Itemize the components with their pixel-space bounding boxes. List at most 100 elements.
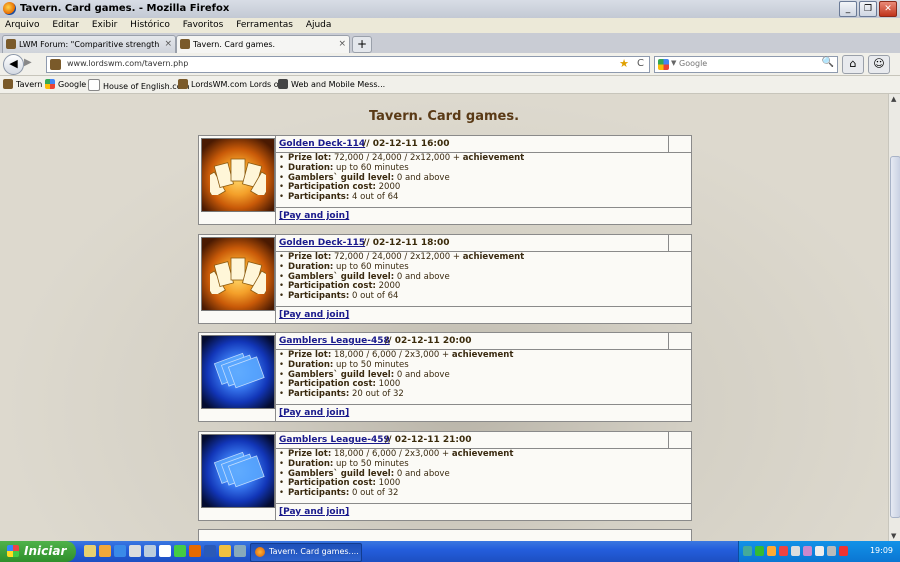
lordswm-favicon-icon — [178, 79, 188, 89]
tournament-card-partial — [198, 529, 692, 541]
network-icon[interactable] — [743, 546, 752, 556]
close-button[interactable]: ✕ — [879, 1, 897, 17]
media-icon[interactable] — [129, 545, 141, 557]
site-identity-icon[interactable] — [50, 59, 61, 70]
pay-and-join-link[interactable]: [Pay and join] — [279, 507, 349, 517]
vertical-scrollbar[interactable]: ▲ ▼ — [888, 94, 900, 541]
menu-editar[interactable]: Editar — [47, 18, 84, 30]
page-icon — [88, 79, 100, 91]
window-icon[interactable] — [144, 545, 156, 557]
blue-cards-icon — [201, 335, 275, 409]
device-icon[interactable] — [791, 546, 800, 556]
explorer-icon[interactable] — [219, 545, 231, 557]
card-fan-icon — [210, 257, 266, 294]
messenger-icon[interactable] — [755, 546, 764, 556]
tournament-link[interactable]: Golden Deck-115 — [279, 238, 365, 248]
pay-and-join-link[interactable]: [Pay and join] — [279, 408, 349, 418]
firefox-icon — [255, 547, 265, 557]
tab-lwm-forum[interactable]: LWM Forum: "Comparitive strengths". Lo..… — [2, 35, 176, 53]
page-title: Tavern. Card games. — [368, 109, 520, 124]
menu-ajuda[interactable]: Ajuda — [301, 18, 337, 30]
search-icon[interactable]: 🔍 — [822, 57, 834, 68]
tournament-date: // 02-12-11 16:00 — [363, 139, 450, 149]
folder-icon[interactable] — [84, 545, 96, 557]
word-icon[interactable] — [204, 545, 216, 557]
window-title: Tavern. Card games. - Mozilla Firefox — [20, 3, 230, 14]
golden-cards-icon — [201, 237, 275, 311]
menu-ferramentas[interactable]: Ferramentas — [231, 18, 298, 30]
chrome-icon[interactable] — [174, 545, 186, 557]
tab-close-icon[interactable]: × — [164, 39, 172, 49]
ie-icon[interactable] — [114, 545, 126, 557]
pay-and-join-link[interactable]: [Pay and join] — [279, 211, 349, 221]
addon-button[interactable]: ☺ — [868, 55, 890, 74]
bookmark-house-of-english[interactable]: House of English.com — [88, 79, 189, 91]
clock: 19:09 — [869, 546, 893, 555]
bookmark-google[interactable]: Google — [45, 79, 86, 89]
bookmark-tavern[interactable]: Tavern — [3, 79, 42, 89]
start-button[interactable]: Iniciar — [0, 541, 76, 562]
tournament-card: Gamblers League-459 // 02-12-11 21:00 Pr… — [198, 431, 692, 521]
tab-label: LWM Forum: "Comparitive strengths". Lo..… — [19, 40, 159, 49]
google-icon[interactable] — [658, 59, 669, 70]
card-stack-icon — [213, 352, 265, 389]
tournament-date: // 02-12-11 18:00 — [363, 238, 450, 248]
page-icon[interactable] — [159, 545, 171, 557]
scroll-up-icon[interactable]: ▲ — [891, 95, 896, 103]
security-icon[interactable] — [779, 546, 788, 556]
update-icon[interactable] — [767, 546, 776, 556]
search-input[interactable] — [679, 58, 819, 69]
tournament-details: Prize lot: 18,000 / 6,000 / 2x3,000 + ac… — [279, 350, 513, 400]
google-icon — [45, 79, 55, 89]
bookmarks-toolbar: Tavern Google House of English.com Lords… — [0, 76, 900, 94]
monitor-icon[interactable] — [827, 546, 836, 556]
reload-icon[interactable]: C — [637, 58, 644, 69]
bookmark-lordswm[interactable]: LordsWM.com Lords o... — [178, 79, 286, 89]
tournament-details: Prize lot: 72,000 / 24,000 / 2x12,000 + … — [279, 252, 524, 302]
participants: Participants: 20 out of 32 — [279, 389, 513, 400]
tray-icons — [743, 546, 848, 556]
windows-logo-icon — [7, 545, 19, 557]
chevron-right-icon[interactable] — [234, 545, 246, 557]
maximize-button[interactable]: ❐ — [859, 1, 877, 17]
home-button[interactable]: ⌂ — [842, 55, 864, 74]
menu-favoritos[interactable]: Favoritos — [178, 18, 229, 30]
scroll-down-icon[interactable]: ▼ — [891, 532, 896, 540]
menu-historico[interactable]: Histórico — [125, 18, 175, 30]
firefox-icon[interactable] — [189, 545, 201, 557]
taskbar-window-tavern[interactable]: Tavern. Card games.... — [250, 543, 362, 562]
tournament-link[interactable]: Gamblers League-458 — [279, 336, 390, 346]
url-text[interactable]: www.lordswm.com/tavern.php — [67, 59, 188, 68]
menu-exibir[interactable]: Exibir — [87, 18, 122, 30]
tournament-link[interactable]: Golden Deck-114 — [279, 139, 365, 149]
new-tab-button[interactable]: + — [352, 36, 372, 53]
pay-and-join-link[interactable]: [Pay and join] — [279, 310, 349, 320]
lordswm-favicon-icon — [3, 79, 13, 89]
shield-icon[interactable] — [839, 546, 848, 556]
forward-button[interactable]: ▶ — [24, 57, 32, 68]
app-icon[interactable] — [803, 546, 812, 556]
url-bar[interactable]: www.lordswm.com/tavern.php ★ C — [46, 56, 650, 73]
tournament-card: Gamblers League-458 // 02-12-11 20:00 Pr… — [198, 332, 692, 422]
tools-icon[interactable] — [99, 545, 111, 557]
tournament-link[interactable]: Gamblers League-459 — [279, 435, 390, 445]
lordswm-favicon-icon — [6, 39, 16, 49]
back-button[interactable]: ◀ — [3, 54, 24, 75]
card-stack-icon — [213, 451, 265, 488]
chevron-down-icon[interactable]: ▼ — [671, 59, 676, 67]
tab-tavern[interactable]: Tavern. Card games. × — [176, 35, 350, 53]
menu-bar: Arquivo Editar Exibir Histórico Favorito… — [0, 18, 900, 34]
search-bar[interactable]: ▼ 🔍 — [654, 56, 838, 73]
menu-arquivo[interactable]: Arquivo — [0, 18, 44, 30]
scrollbar-thumb[interactable] — [890, 156, 900, 518]
golden-cards-icon — [201, 138, 275, 212]
bookmark-web-mobile[interactable]: Web and Mobile Mess... — [278, 79, 385, 89]
minimize-button[interactable]: _ — [839, 1, 857, 17]
messenger-icon — [278, 79, 288, 89]
bookmark-star-icon[interactable]: ★ — [619, 57, 629, 70]
tab-label: Tavern. Card games. — [193, 40, 276, 49]
system-tray: 19:09 — [738, 541, 900, 562]
speaker-icon[interactable] — [815, 546, 824, 556]
tab-close-icon[interactable]: × — [338, 39, 346, 49]
tournament-card: Golden Deck-114 // 02-12-11 16:00 Prize … — [198, 135, 692, 225]
